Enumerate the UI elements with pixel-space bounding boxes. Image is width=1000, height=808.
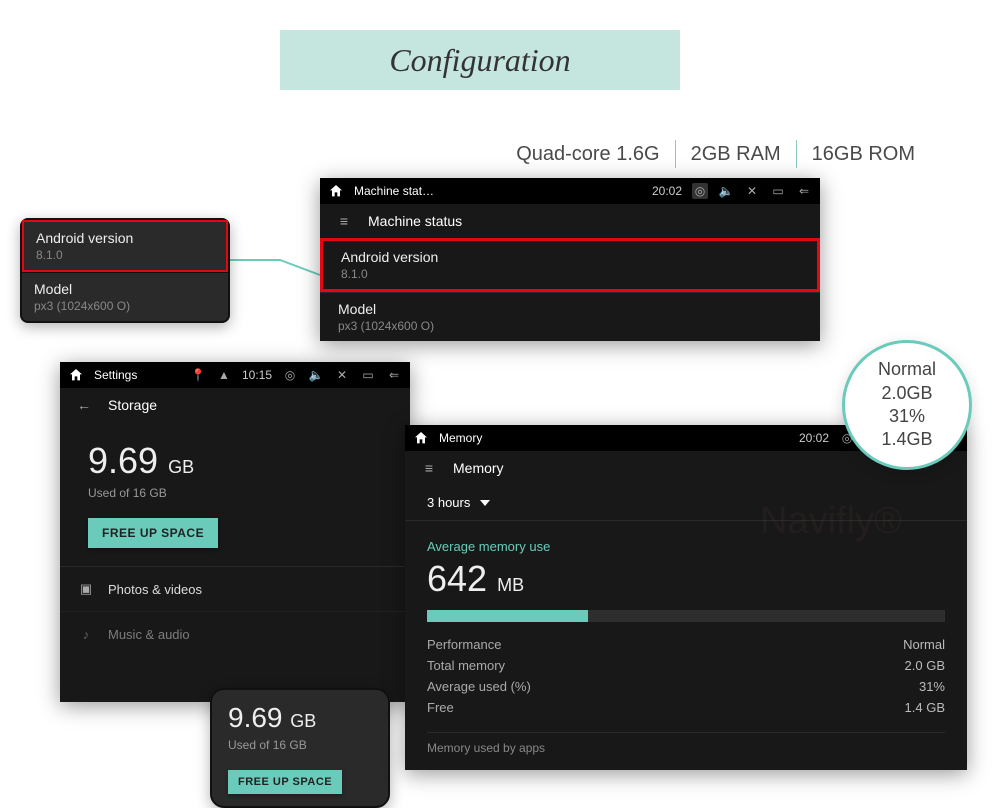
storage-category-photos[interactable]: ▣ Photos & videos (60, 566, 410, 611)
free-up-space-button[interactable]: FREE UP SPACE (228, 770, 342, 794)
stat-total: Total memory 2.0 GB (427, 655, 945, 676)
subheader-title: Storage (108, 397, 157, 413)
menu-icon[interactable]: ≡ (336, 213, 352, 229)
stat-label: Performance (427, 637, 501, 652)
circle-line-pct: 31% (889, 405, 925, 428)
screenshot-storage: Settings 📍 ▲ 10:15 ◎ 🔈 ✕ ▭ ⇐ ← Storage 9… (60, 362, 410, 702)
status-bar: Settings 📍 ▲ 10:15 ◎ 🔈 ✕ ▭ ⇐ (60, 362, 410, 388)
memory-number: 642 (427, 558, 487, 599)
stat-value: 1.4 GB (905, 700, 945, 715)
storage-number: 9.69 (228, 702, 283, 733)
memory-body: Average memory use 642 MB Performance No… (405, 521, 967, 765)
title-text: Configuration (389, 42, 570, 79)
location-icon: 📍 (190, 367, 206, 383)
android-version-value: 8.1.0 (36, 248, 214, 262)
row-model[interactable]: Model px3 (1024x600 O) (320, 292, 820, 341)
recents-icon[interactable]: ▭ (360, 367, 376, 383)
back-icon[interactable]: ⇐ (796, 183, 812, 199)
menu-icon[interactable]: ≡ (421, 460, 437, 476)
avg-memory-label: Average memory use (427, 539, 945, 554)
screenshot-memory: Memory 20:02 ◎ 🔈 ✕ ▭ ⇐ ≡ Memory 3 hours … (405, 425, 967, 770)
subheader-title: Machine status (368, 213, 462, 229)
storage-sub: Used of 16 GB (228, 738, 372, 752)
memory-stats: Performance Normal Total memory 2.0 GB A… (427, 634, 945, 718)
storage-number: 9.69 (88, 440, 158, 481)
stat-label: Free (427, 700, 454, 715)
model-label: Model (338, 301, 802, 317)
circle-line-performance: Normal (878, 358, 936, 381)
storage-unit: GB (290, 711, 316, 731)
close-wifi-icon[interactable]: ✕ (334, 367, 350, 383)
spec-rom: 16GB ROM (797, 143, 930, 166)
callout-android-highlight: Android version 8.1.0 (22, 220, 228, 272)
specs-line: Quad-core 1.6G 2GB RAM 16GB ROM (501, 140, 930, 168)
avg-memory-value: 642 MB (427, 558, 945, 600)
storage-category-music[interactable]: ♪ Music & audio (60, 611, 410, 656)
stat-performance: Performance Normal (427, 634, 945, 655)
recents-icon[interactable]: ▭ (770, 183, 786, 199)
camera-icon[interactable]: ◎ (692, 183, 708, 199)
stat-label: Total memory (427, 658, 505, 673)
memory-usage-bar (427, 610, 945, 622)
clock-text: 10:15 (242, 368, 272, 382)
storage-used-value: 9.69 GB (228, 702, 372, 734)
photos-icon: ▣ (78, 581, 94, 597)
android-version-label: Android version (341, 249, 799, 265)
category-label: Photos & videos (108, 582, 202, 597)
time-range-dropdown[interactable]: 3 hours (405, 485, 967, 521)
spec-ram: 2GB RAM (676, 143, 796, 166)
circle-line-free: 1.4GB (881, 428, 932, 451)
storage-unit: GB (168, 457, 194, 477)
model-value: px3 (1024x600 O) (34, 299, 216, 313)
home-icon[interactable] (328, 183, 344, 199)
subheader-title: Memory (453, 460, 504, 476)
close-wifi-icon[interactable]: ✕ (744, 183, 760, 199)
status-bar: Machine stat… 20:02 ◎ 🔈 ✕ ▭ ⇐ (320, 178, 820, 204)
callout-storage: 9.69 GB Used of 16 GB FREE UP SPACE (210, 688, 390, 808)
row-android-version[interactable]: Android version 8.1.0 (320, 238, 820, 292)
spec-cpu: Quad-core 1.6G (501, 143, 674, 166)
subheader: ← Storage (60, 388, 410, 422)
home-icon[interactable] (68, 367, 84, 383)
free-up-space-button[interactable]: FREE UP SPACE (88, 518, 218, 548)
dropdown-value: 3 hours (427, 495, 470, 510)
android-version-value: 8.1.0 (341, 267, 799, 281)
home-icon[interactable] (413, 430, 429, 446)
stat-value: Normal (903, 637, 945, 652)
camera-icon[interactable]: ◎ (282, 367, 298, 383)
storage-used-value: 9.69 GB (88, 440, 382, 482)
callout-android-version: Android version 8.1.0 Model px3 (1024x60… (20, 218, 230, 323)
statusbar-title: Memory (439, 431, 482, 445)
volume-icon[interactable]: 🔈 (308, 367, 324, 383)
model-value: px3 (1024x600 O) (338, 319, 802, 333)
stat-value: 31% (919, 679, 945, 694)
storage-sub: Used of 16 GB (88, 486, 382, 500)
subheader: ≡ Machine status (320, 204, 820, 238)
clock-text: 20:02 (652, 184, 682, 198)
clock-text: 20:02 (799, 431, 829, 445)
chevron-down-icon (480, 500, 490, 506)
volume-icon[interactable]: 🔈 (718, 183, 734, 199)
stat-label: Average used (%) (427, 679, 531, 694)
stat-avg: Average used (%) 31% (427, 676, 945, 697)
android-version-label: Android version (36, 230, 214, 246)
storage-body: 9.69 GB Used of 16 GB FREE UP SPACE (60, 422, 410, 566)
music-icon: ♪ (78, 626, 94, 642)
statusbar-title: Settings (94, 368, 137, 382)
back-icon[interactable]: ⇐ (386, 367, 402, 383)
callout-model: Model px3 (1024x600 O) (22, 272, 228, 321)
statusbar-title: Machine stat… (354, 184, 434, 198)
circle-line-total: 2.0GB (881, 382, 932, 405)
model-label: Model (34, 281, 216, 297)
memory-unit: MB (497, 575, 524, 595)
stat-free: Free 1.4 GB (427, 697, 945, 718)
title-banner: Configuration (280, 30, 680, 90)
screenshot-machine-status: Machine stat… 20:02 ◎ 🔈 ✕ ▭ ⇐ ≡ Machine … (320, 178, 820, 341)
back-arrow-icon[interactable]: ← (76, 397, 92, 413)
category-label: Music & audio (108, 627, 190, 642)
memory-footer[interactable]: Memory used by apps (427, 732, 945, 755)
callout-memory-circle: Normal 2.0GB 31% 1.4GB (842, 340, 972, 470)
stat-value: 2.0 GB (905, 658, 945, 673)
wifi-icon: ▲ (216, 367, 232, 383)
